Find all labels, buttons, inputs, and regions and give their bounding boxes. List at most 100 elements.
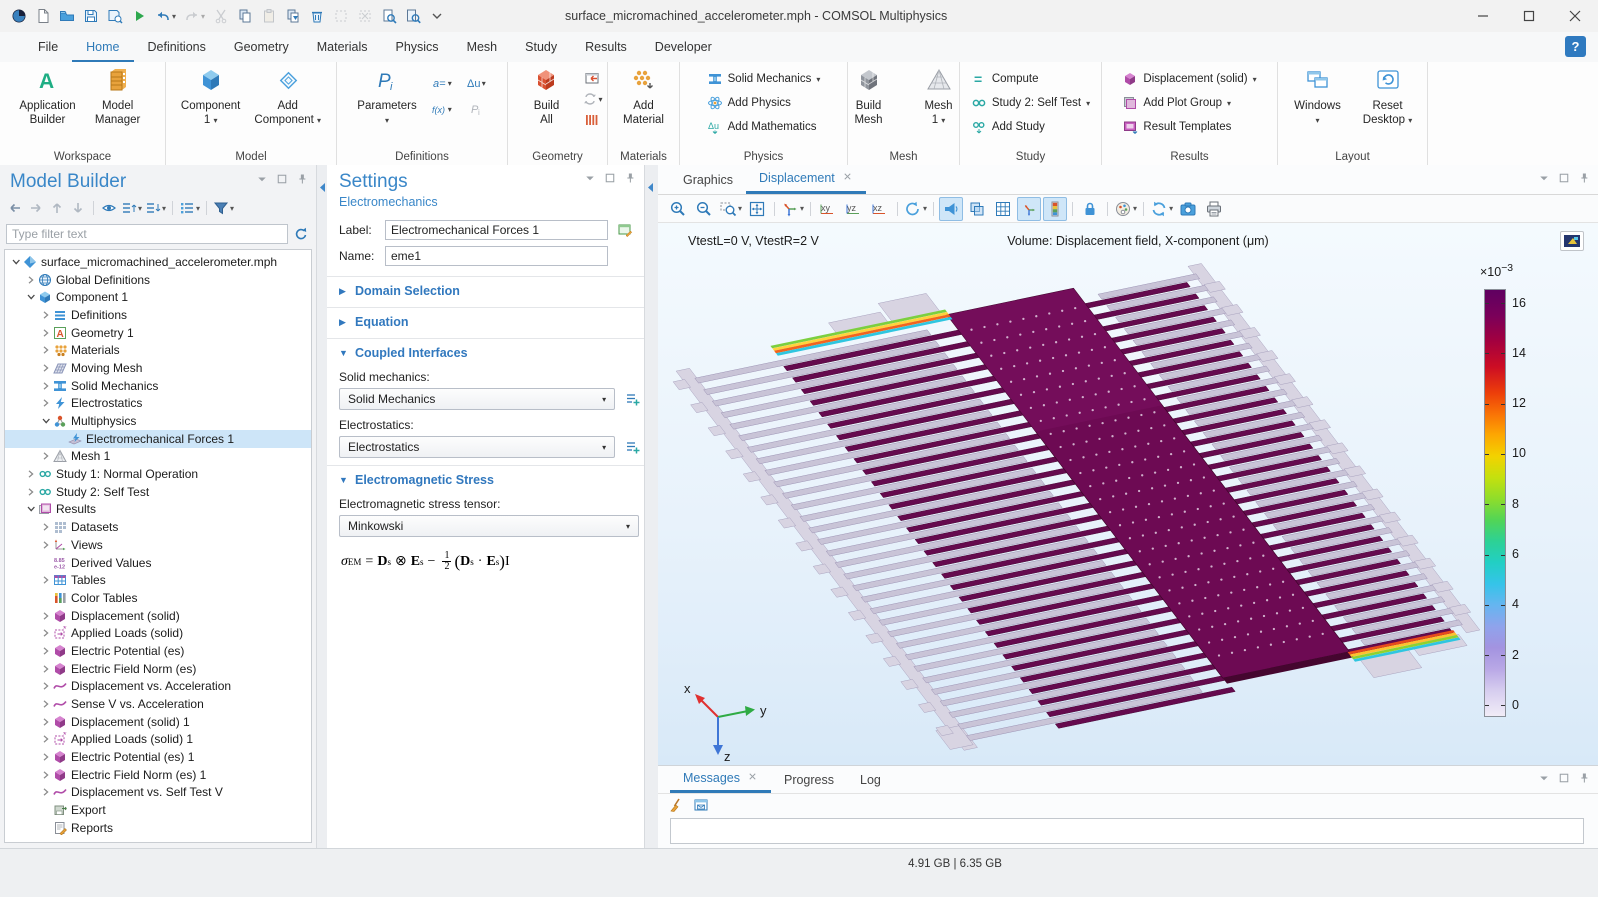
maximize-button[interactable]: [1506, 0, 1552, 32]
section-coupled-interfaces[interactable]: ▼ Coupled Interfaces: [327, 338, 644, 362]
tree-item-color-tables[interactable]: Color Tables: [5, 589, 311, 607]
qat-more-icon[interactable]: [426, 3, 448, 29]
chevron-right-icon[interactable]: [39, 541, 52, 549]
move-up-icon[interactable]: [48, 198, 66, 218]
chevron-down-icon[interactable]: [9, 258, 22, 266]
chevron-right-icon[interactable]: [24, 488, 37, 496]
ribbon-ic-fence[interactable]: [582, 112, 602, 128]
paste-icon[interactable]: [258, 3, 280, 29]
ribbon-ic-import[interactable]: [582, 70, 602, 86]
electrostatics-select[interactable]: Electrostatics ▾: [339, 436, 615, 458]
menu-developer[interactable]: Developer: [641, 32, 726, 62]
tree-item-electrostatics[interactable]: Electrostatics: [5, 395, 311, 413]
refresh-icon[interactable]: [292, 224, 310, 244]
tree-item-results[interactable]: Results: [5, 501, 311, 519]
tree-detail-icon[interactable]: ▾: [179, 198, 200, 218]
tree-item-electric-potential-es[interactable]: Electric Potential (es): [5, 642, 311, 660]
tree-item-derived-values[interactable]: 8.85e-12Derived Values: [5, 554, 311, 572]
show-axes-icon[interactable]: [1017, 197, 1041, 221]
print-icon[interactable]: [1202, 197, 1226, 221]
menu-file[interactable]: File: [24, 32, 72, 62]
tree-item-reports[interactable]: Reports: [5, 819, 311, 837]
tab-log[interactable]: Log: [847, 766, 894, 793]
ribbon-compute[interactable]: =Compute: [965, 69, 1096, 89]
view-yz-icon[interactable]: yz: [842, 197, 866, 221]
ribbon-result-templates[interactable]: Result Templates: [1116, 117, 1262, 137]
undo-icon[interactable]: ▾: [152, 3, 179, 29]
chevron-right-icon[interactable]: [39, 311, 52, 319]
tree-item-materials[interactable]: Materials: [5, 341, 311, 359]
menu-physics[interactable]: Physics: [381, 32, 452, 62]
menu-geometry[interactable]: Geometry: [220, 32, 303, 62]
nav-forward-icon[interactable]: [27, 198, 45, 218]
view-xz-icon[interactable]: xz: [868, 197, 892, 221]
menu-mesh[interactable]: Mesh: [453, 32, 512, 62]
rename-label-icon[interactable]: [614, 220, 636, 240]
ribbon-ic-fx[interactable]: f(x)▾: [425, 96, 459, 122]
ribbon-add-plot-group[interactable]: Add Plot Group▾: [1116, 93, 1262, 113]
tree-item-sense-v-vs-acceleration[interactable]: Sense V vs. Acceleration: [5, 695, 311, 713]
panel-float-icon[interactable]: [604, 172, 616, 187]
transparency-icon[interactable]: [965, 197, 989, 221]
tree-item-surface-micromachined-accelerometer-mph[interactable]: surface_micromachined_accelerometer.mph: [5, 253, 311, 271]
zoom-out-icon[interactable]: [692, 197, 716, 221]
cut-icon[interactable]: [210, 3, 232, 29]
tree-item-component-1[interactable]: Component 1: [5, 288, 311, 306]
minimize-button[interactable]: [1460, 0, 1506, 32]
tree-item-study-1-normal-operation[interactable]: Study 1: Normal Operation: [5, 465, 311, 483]
move-down-icon[interactable]: [69, 198, 87, 218]
zoom-in-icon[interactable]: [666, 197, 690, 221]
tree-filter-input[interactable]: [6, 224, 288, 244]
panel-pin-icon[interactable]: [624, 172, 636, 187]
ribbon-build-all[interactable]: BuildAll: [512, 64, 580, 127]
tree-item-displacement-vs-self-test-v[interactable]: Displacement vs. Self Test V: [5, 784, 311, 802]
ribbon-ic-seq[interactable]: ▾: [582, 91, 602, 107]
rotate-icon[interactable]: ▾: [903, 197, 928, 221]
clear-broom-icon[interactable]: [668, 795, 686, 815]
chevron-right-icon[interactable]: [39, 346, 52, 354]
menu-home[interactable]: Home: [72, 32, 133, 62]
chevron-right-icon[interactable]: [39, 399, 52, 407]
zoom-extents-icon[interactable]: [745, 197, 769, 221]
tree-item-study-2-self-test[interactable]: Study 2: Self Test: [5, 483, 311, 501]
ribbon-parameters[interactable]: PiParameters▾: [351, 64, 422, 128]
select-frame-icon[interactable]: [330, 3, 352, 29]
tab-displacement[interactable]: Displacement: [746, 165, 866, 194]
tree-item-electric-potential-es-1[interactable]: Electric Potential (es) 1: [5, 748, 311, 766]
stress-tensor-select[interactable]: Minkowski ▾: [339, 515, 639, 537]
close-icon[interactable]: [842, 171, 853, 185]
tree-item-moving-mesh[interactable]: Moving Mesh: [5, 359, 311, 377]
panel-float-icon[interactable]: [276, 173, 288, 188]
ribbon-component-1[interactable]: Component1 ▾: [175, 64, 246, 128]
chevron-down-icon[interactable]: [24, 293, 37, 301]
save-icon[interactable]: [80, 3, 102, 29]
tree-item-displacement-vs-acceleration[interactable]: Displacement vs. Acceleration: [5, 678, 311, 696]
find-settings-icon[interactable]: [402, 3, 424, 29]
ribbon-add-component[interactable]: AddComponent ▾: [248, 64, 327, 128]
ribbon-add-material[interactable]: AddMaterial: [610, 64, 678, 127]
tab-graphics[interactable]: Graphics: [670, 165, 746, 194]
run-icon[interactable]: [128, 3, 150, 29]
chevron-right-icon[interactable]: [39, 629, 52, 637]
chevron-right-icon[interactable]: [39, 753, 52, 761]
redo-icon[interactable]: ▾: [181, 3, 208, 29]
unselect-frame-icon[interactable]: [354, 3, 376, 29]
tree-item-datasets[interactable]: Datasets: [5, 518, 311, 536]
default-view-icon[interactable]: ▾: [780, 197, 805, 221]
name-field[interactable]: [385, 246, 608, 266]
tree-item-multiphysics[interactable]: Multiphysics: [5, 412, 311, 430]
panel-float-icon[interactable]: [1558, 172, 1570, 187]
zoom-box-icon[interactable]: ▾: [718, 197, 743, 221]
splitter-left[interactable]: [317, 165, 327, 848]
chevron-down-icon[interactable]: [24, 505, 37, 513]
tree-item-displacement-solid-1[interactable]: Displacement (solid) 1: [5, 713, 311, 731]
show-eye-icon[interactable]: [100, 198, 118, 218]
snapshot-icon[interactable]: [1176, 197, 1200, 221]
panel-menu-icon[interactable]: [256, 173, 268, 188]
menu-materials[interactable]: Materials: [303, 32, 382, 62]
chevron-down-icon[interactable]: [39, 417, 52, 425]
tree-item-applied-loads-solid-1[interactable]: *Applied Loads (solid) 1: [5, 731, 311, 749]
ribbon-build-mesh[interactable]: BuildMesh: [835, 64, 903, 127]
tree-item-solid-mechanics[interactable]: Solid Mechanics: [5, 377, 311, 395]
help-button[interactable]: ?: [1565, 36, 1586, 57]
